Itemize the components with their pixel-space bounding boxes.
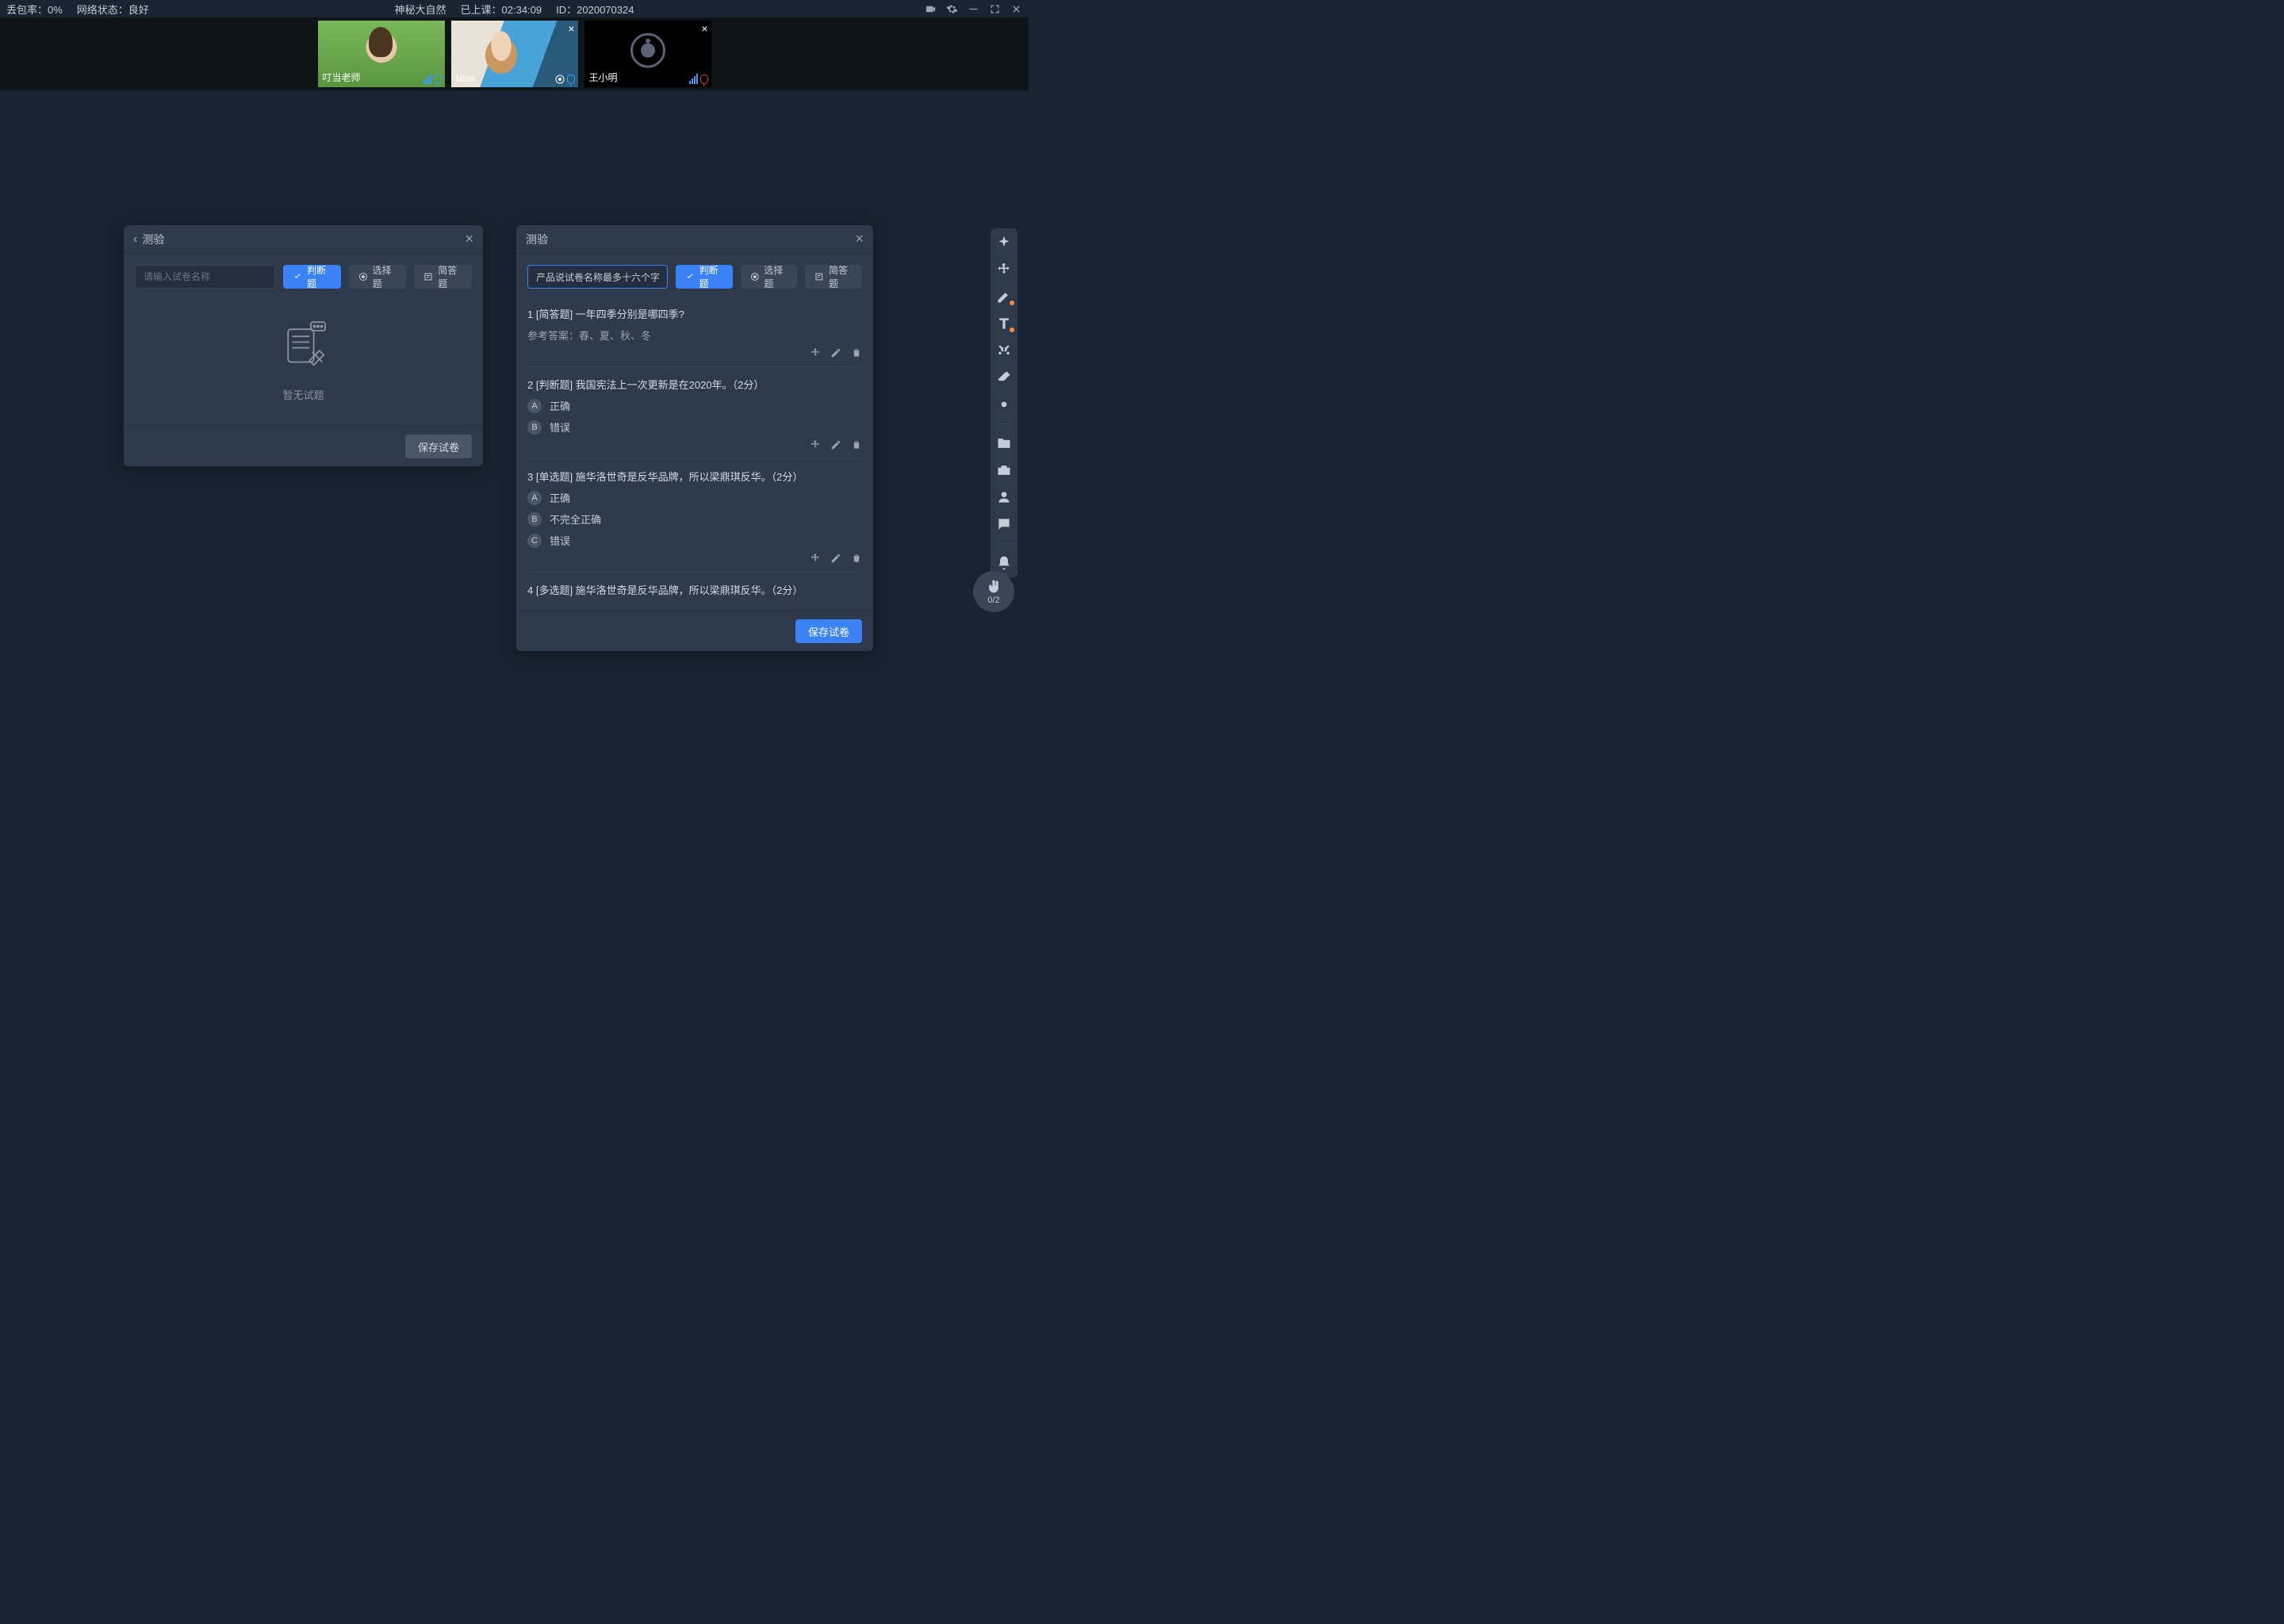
mic-icon[interactable]: [434, 75, 442, 84]
user-icon[interactable]: [996, 489, 1012, 505]
question-heading: 3 [单选题] 施华洛世奇是反华品牌，所以梁鼎琪反华。（2分）: [527, 469, 862, 484]
minimize-icon[interactable]: [968, 3, 979, 15]
question-item: 1 [简答题] 一年四季分别是哪四季? 参考答案：春、夏、秋、冬: [527, 297, 862, 367]
chat-icon[interactable]: [996, 516, 1012, 532]
save-quiz-button[interactable]: 保存试卷: [795, 619, 862, 643]
chip-short-answer[interactable]: 简答题: [805, 265, 862, 289]
packet-loss-label: 丢包率：0%: [6, 2, 63, 17]
chip-choice[interactable]: 选择题: [741, 265, 798, 289]
volume-bars-icon: [423, 74, 431, 84]
quiz-name-input[interactable]: [527, 265, 668, 289]
option-row[interactable]: B错误: [527, 419, 862, 435]
lesson-title: 神秘大自然: [395, 2, 446, 17]
move-tool-icon[interactable]: [996, 262, 1012, 278]
close-panel-icon[interactable]: ×: [855, 231, 864, 247]
participant-name: 叮当老师: [323, 71, 361, 84]
edit-icon[interactable]: [830, 553, 841, 564]
delete-icon[interactable]: [851, 439, 862, 450]
text-tool-icon[interactable]: [996, 316, 1012, 331]
question-heading: 4 [多选题] 施华洛世奇是反华品牌，所以梁鼎琪反华。（2分）: [527, 582, 862, 597]
option-row[interactable]: C错误: [527, 533, 862, 548]
panel-header: 测验 ×: [516, 225, 873, 254]
mic-icon[interactable]: [567, 75, 575, 84]
participant-name: Nina: [456, 73, 476, 84]
camera-off-icon: [630, 33, 665, 68]
network-status-label: 网络状态：良好: [77, 2, 149, 17]
folder-icon[interactable]: [996, 435, 1012, 451]
chip-judge[interactable]: 判断题: [676, 265, 733, 289]
quiz-panel-empty: ‹ 测验 × 判断题 选择题 简答题: [124, 225, 483, 466]
close-video-icon[interactable]: ×: [701, 22, 707, 35]
edit-icon[interactable]: [830, 347, 841, 358]
empty-text: 暂无试题: [282, 387, 324, 402]
video-tile-student[interactable]: × Nina: [451, 21, 578, 87]
save-quiz-button[interactable]: 保存试卷: [405, 435, 472, 458]
chip-judge[interactable]: 判断题: [283, 265, 341, 289]
hand-count: 0/2: [987, 596, 999, 605]
question-answer: 参考答案：春、夏、秋、冬: [527, 327, 862, 343]
delete-icon[interactable]: [851, 553, 862, 564]
quiz-name-input[interactable]: [135, 265, 275, 289]
hand-raise-counter[interactable]: 0/2: [973, 571, 1014, 612]
panel-header: ‹ 测验 ×: [124, 225, 483, 254]
edit-icon[interactable]: [830, 439, 841, 450]
panel-title: 测验: [526, 232, 548, 247]
mic-muted-icon[interactable]: [700, 75, 708, 84]
panel-title: 测验: [142, 232, 164, 247]
question-item: 3 [单选题] 施华洛世奇是反华品牌，所以梁鼎琪反华。（2分） A正确 B不完全…: [527, 459, 862, 573]
quiz-panel-list: 测验 × 判断题 选择题 简答题 1 [简答题] 一年四季分别是哪四季? 参考答…: [516, 225, 873, 651]
video-tile-student[interactable]: × 王小明: [584, 21, 711, 87]
close-window-icon[interactable]: [1010, 3, 1022, 15]
close-panel-icon[interactable]: ×: [465, 231, 473, 247]
option-row[interactable]: A正确: [527, 398, 862, 413]
pointer-tool-icon[interactable]: [996, 235, 1012, 251]
move-icon[interactable]: [810, 439, 821, 450]
question-heading: 1 [简答题] 一年四季分别是哪四季?: [527, 306, 862, 321]
brightness-tool-icon[interactable]: [996, 396, 1012, 412]
option-row[interactable]: B不完全正确: [527, 511, 862, 527]
question-heading: 2 [判断题] 我国宪法上一次更新是在2020年。（2分）: [527, 377, 862, 392]
question-item: 4 [多选题] 施华洛世奇是反华品牌，所以梁鼎琪反华。（2分） A是的 B不完全…: [527, 573, 862, 599]
side-toolbar: [991, 228, 1017, 577]
option-row[interactable]: A正确: [527, 490, 862, 505]
move-icon[interactable]: [810, 553, 821, 564]
video-tile-teacher[interactable]: 叮当老师: [318, 21, 445, 87]
eraser-tool-icon[interactable]: [996, 370, 1012, 385]
back-icon[interactable]: ‹: [133, 232, 137, 247]
delete-icon[interactable]: [851, 347, 862, 358]
top-status-bar: 丢包率：0% 网络状态：良好 神秘大自然 已上课：02:34:09 ID：202…: [0, 0, 1029, 17]
settings-icon[interactable]: [946, 3, 958, 15]
empty-state: 暂无试题: [135, 297, 472, 415]
question-list[interactable]: 1 [简答题] 一年四季分别是哪四季? 参考答案：春、夏、秋、冬 2 [判断题]…: [516, 297, 873, 599]
elapsed-time: 已上课：02:34:09: [461, 2, 542, 17]
participant-name: 王小明: [589, 71, 618, 84]
question-item: 2 [判断题] 我国宪法上一次更新是在2020年。（2分） A正确 B错误: [527, 367, 862, 459]
camera-toggle-icon[interactable]: [925, 3, 937, 15]
move-icon[interactable]: [810, 347, 821, 358]
bell-icon[interactable]: [996, 555, 1012, 571]
video-strip: 叮当老师 × Nina × 王小明: [0, 17, 1029, 90]
pen-tool-icon[interactable]: [996, 289, 1012, 304]
fullscreen-icon[interactable]: [989, 3, 1001, 15]
scissors-tool-icon[interactable]: [996, 343, 1012, 358]
chip-short-answer[interactable]: 简答题: [414, 265, 472, 289]
volume-bars-icon: [689, 74, 698, 84]
chip-choice[interactable]: 选择题: [349, 265, 407, 289]
target-icon: [555, 75, 565, 84]
session-id: ID：2020070324: [556, 2, 634, 17]
toolbox-icon[interactable]: [996, 462, 1012, 478]
close-video-icon[interactable]: ×: [568, 22, 574, 35]
